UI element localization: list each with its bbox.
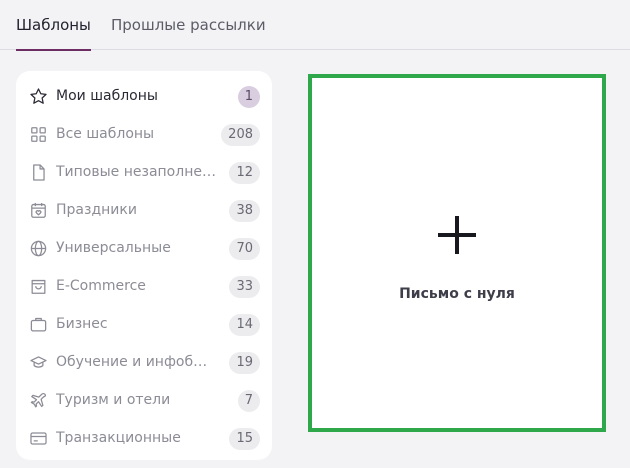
sidebar-item-ecommerce[interactable]: E-Commerce 33 <box>16 267 272 305</box>
sidebar-item-universal[interactable]: Универсальные 70 <box>16 229 272 267</box>
sidebar-item-label: Праздники <box>56 202 137 218</box>
count-badge: 208 <box>221 124 260 146</box>
sidebar-item-business[interactable]: Бизнес 14 <box>16 305 272 343</box>
sidebar-item-my-templates[interactable]: Мои шаблоны 1 <box>16 77 272 115</box>
sidebar-item-label: Обучение и инфобиз… <box>56 354 216 370</box>
briefcase-icon <box>28 314 48 334</box>
sidebar-item-blank-templates[interactable]: Типовые незаполнен… 12 <box>16 153 272 191</box>
sidebar-item-label: Бизнес <box>56 316 108 332</box>
plus-icon <box>438 216 476 254</box>
count-badge: 33 <box>229 276 260 298</box>
star-icon <box>28 86 48 106</box>
sidebar-item-tourism[interactable]: Туризм и отели 7 <box>16 381 272 419</box>
count-badge: 1 <box>237 86 260 108</box>
airplane-icon <box>28 390 48 410</box>
count-badge: 15 <box>229 428 260 450</box>
sidebar-item-label: Универсальные <box>56 240 171 256</box>
grid-icon <box>28 124 48 144</box>
credit-card-icon <box>28 428 48 448</box>
calendar-heart-icon <box>28 200 48 220</box>
sidebar-item-transactional[interactable]: Транзакционные 15 <box>16 419 272 457</box>
document-icon <box>28 162 48 182</box>
tab-templates[interactable]: Шаблоны <box>16 16 91 51</box>
sidebar-item-label: Транзакционные <box>56 430 181 446</box>
sidebar-item-holidays[interactable]: Праздники 38 <box>16 191 272 229</box>
count-badge: 38 <box>229 200 260 222</box>
count-badge: 14 <box>229 314 260 336</box>
count-badge: 12 <box>229 162 260 184</box>
count-badge: 19 <box>229 352 260 374</box>
template-category-sidebar: Мои шаблоны 1 Все шаблоны 208 Типовые не… <box>16 71 272 460</box>
sidebar-item-label: E-Commerce <box>56 278 146 294</box>
sidebar-item-label: Все шаблоны <box>56 126 155 142</box>
shopping-bag-icon <box>28 276 48 296</box>
graduation-cap-icon <box>28 352 48 372</box>
sidebar-item-label: Типовые незаполнен… <box>56 164 216 180</box>
count-badge: 7 <box>237 390 260 412</box>
tab-bar: Шаблоны Прошлые рассылки <box>0 0 630 51</box>
tab-past-mailings[interactable]: Прошлые рассылки <box>111 16 266 50</box>
create-from-scratch-card[interactable]: Письмо с нуля <box>308 74 606 432</box>
create-from-scratch-label: Письмо с нуля <box>399 286 515 302</box>
count-badge: 70 <box>229 238 260 260</box>
sidebar-item-all-templates[interactable]: Все шаблоны 208 <box>16 115 272 153</box>
sidebar-item-label: Мои шаблоны <box>56 88 158 104</box>
sidebar-item-label: Туризм и отели <box>56 392 171 408</box>
sidebar-item-education[interactable]: Обучение и инфобиз… 19 <box>16 343 272 381</box>
globe-icon <box>28 238 48 258</box>
